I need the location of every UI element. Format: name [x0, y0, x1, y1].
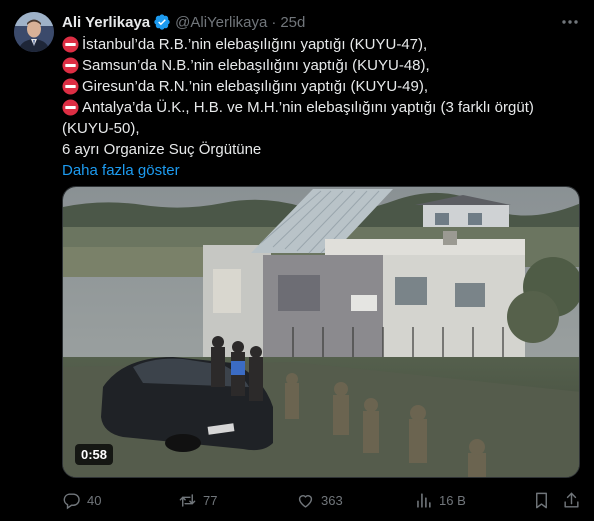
tweet-line: Samsun’da N.B.’nin elebaşılığını yaptığı…: [62, 55, 582, 76]
reply-button[interactable]: 40: [62, 489, 101, 511]
verified-badge-icon[interactable]: [153, 13, 171, 31]
repost-count: 77: [203, 492, 218, 508]
tweet-text: İstanbul’da R.B.’nin elebaşılığını yaptı…: [62, 34, 582, 181]
author-name[interactable]: Ali Yerlikaya: [62, 14, 150, 31]
more-icon[interactable]: [560, 12, 580, 32]
tweet-line-text: Antalya’da Ü.K., H.B. ve M.H.’nin elebaş…: [82, 99, 534, 116]
tweet-line: (KUYU-50),: [62, 118, 582, 139]
views-icon: [417, 492, 431, 508]
author-handle[interactable]: @AliYerlikaya: [175, 14, 267, 31]
like-icon: [298, 494, 313, 508]
share-button[interactable]: [562, 489, 587, 511]
reply-count: 40: [87, 492, 102, 508]
tweet-line-text: 6 ayrı Organize Suç Örgütüne: [62, 141, 262, 158]
show-more-link[interactable]: Daha fazla göster: [62, 160, 582, 181]
share-icon: [564, 492, 579, 508]
tweet-line: Antalya’da Ü.K., H.B. ve M.H.’nin elebaş…: [62, 97, 582, 118]
views-button[interactable]: 16 B: [414, 489, 466, 511]
tweet[interactable]: Ali Yerlikaya @AliYerlikaya · 25d İstanb…: [0, 0, 594, 521]
separator-dot: ·: [271, 13, 277, 31]
repost-icon: [179, 493, 196, 507]
action-bar: 40 77 363 16 B: [62, 489, 582, 511]
repost-button[interactable]: 77: [178, 489, 217, 511]
tweet-line-text: İstanbul’da R.B.’nin elebaşılığını yaptı…: [82, 36, 428, 53]
tweet-line: 6 ayrı Organize Suç Örgütüne: [62, 139, 582, 160]
video-duration: 0:58: [75, 444, 114, 465]
tweet-header: Ali Yerlikaya @AliYerlikaya · 25d: [62, 12, 305, 32]
avatar[interactable]: [14, 12, 54, 52]
no-entry-icon: [62, 99, 79, 116]
avatar-image: [14, 12, 54, 52]
video-player[interactable]: 0:58: [62, 186, 580, 478]
like-count: 363: [321, 492, 343, 508]
tweet-line-text: Samsun’da N.B.’nin elebaşılığını yaptığı…: [82, 57, 430, 74]
no-entry-icon: [62, 36, 79, 53]
no-entry-icon: [62, 78, 79, 95]
reply-icon: [63, 492, 80, 509]
timestamp[interactable]: 25d: [280, 14, 305, 31]
no-entry-icon: [62, 57, 79, 74]
tweet-line-text: (KUYU-50),: [62, 120, 140, 137]
like-button[interactable]: 363: [296, 489, 343, 511]
tweet-line: İstanbul’da R.B.’nin elebaşılığını yaptı…: [62, 34, 582, 55]
video-thumbnail: [63, 187, 579, 477]
tweet-line: Giresun’da R.N.’nin elebaşılığını yaptığ…: [62, 76, 582, 97]
bookmark-button[interactable]: [532, 489, 557, 511]
views-count: 16 B: [439, 492, 466, 508]
tweet-line-text: Giresun’da R.N.’nin elebaşılığını yaptığ…: [82, 78, 428, 95]
bookmark-icon: [536, 492, 547, 508]
